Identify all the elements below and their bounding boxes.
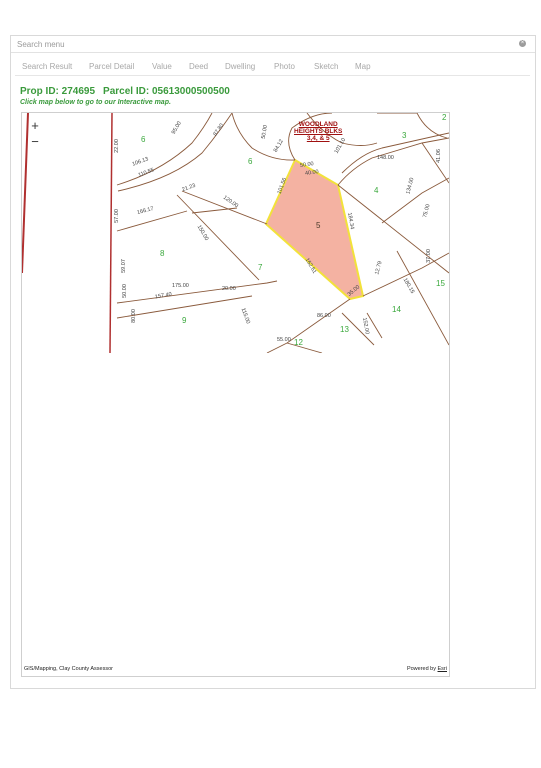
tab-deed[interactable]: Deed: [189, 62, 208, 71]
lot-number: 4: [374, 186, 379, 195]
dimension-label: 86.00: [317, 313, 331, 319]
dimension-label: 184.34: [345, 212, 355, 230]
tab-divider: [15, 75, 530, 76]
dimension-label: 115.00: [239, 307, 251, 325]
map-hint: Click map below to go to our Interactive…: [20, 99, 171, 106]
dimension-label: 20.00: [222, 286, 236, 292]
tab-parcel-detail[interactable]: Parcel Detail: [89, 62, 134, 71]
tab-map[interactable]: Map: [355, 62, 371, 71]
lot-number: 12: [294, 338, 303, 347]
parcel-id: Parcel ID: 05613000500500: [103, 86, 230, 97]
dimension-label: 80.00: [130, 309, 137, 323]
tab-bar: Search Result Parcel Detail Value Deed D…: [11, 58, 535, 76]
dimension-label: 166.17: [136, 205, 155, 217]
dimension-label: 150.00: [195, 224, 210, 242]
dimension-label: 50.00: [260, 124, 270, 140]
dimension-label: 37.00: [425, 249, 432, 263]
dimension-label: 75.00: [422, 203, 432, 219]
tab-value[interactable]: Value: [152, 62, 172, 71]
dimension-label: 41.06: [435, 149, 442, 163]
lot-number: 2: [442, 113, 447, 122]
esri-link[interactable]: Esri: [438, 666, 447, 672]
dimension-label: 21.23: [181, 182, 197, 194]
tab-search-result[interactable]: Search Result: [22, 62, 72, 71]
lot-number: 6: [141, 135, 146, 144]
dimension-label: 84.12: [272, 138, 285, 154]
dimension-label: 57.00: [113, 209, 120, 223]
lot-number: 9: [182, 316, 187, 325]
dimension-label: 101.56: [276, 177, 289, 195]
property-ids: Prop ID: 274695 Parcel ID: 05613000500500: [20, 86, 230, 97]
dimension-label: 157.40: [154, 291, 173, 301]
dimension-label: 55.00: [277, 337, 291, 343]
lot-number: 3: [402, 131, 407, 140]
map-labels: WOODLAND HEIGHTS BLKS 3,4, & 5 3 4 5 6 6…: [22, 113, 449, 353]
dimension-label: 12.79: [374, 260, 384, 276]
close-icon[interactable]: ×: [519, 40, 526, 47]
subdivision-title-line: HEIGHTS BLKS: [294, 128, 343, 135]
subdivision-title-line: 3,4, & 5: [306, 135, 330, 142]
dimension-label: 162.61: [303, 257, 318, 275]
dimension-label: 50.00: [299, 161, 315, 169]
lot-number: 8: [160, 249, 165, 258]
dimension-label: 22.00: [113, 139, 120, 153]
search-input[interactable]: [17, 39, 497, 50]
dimension-label: 35.00: [346, 284, 362, 298]
parcel-panel: × Search Result Parcel Detail Value Deed…: [10, 35, 536, 689]
dimension-label: 120.00: [221, 194, 240, 210]
dimension-label: 106.13: [131, 156, 150, 168]
lot-number: 7: [258, 263, 263, 272]
subdivision-title: WOODLAND HEIGHTS BLKS 3,4, & 5: [294, 121, 342, 142]
dimension-label: 50.00: [121, 284, 128, 298]
map-credit: GIS/Mapping, Clay County Assessor: [24, 666, 113, 672]
map-attribution: Powered by Esri: [407, 666, 447, 672]
dimension-label: 95.00: [170, 120, 183, 136]
subdivision-title-line: WOODLAND: [298, 121, 338, 128]
tab-photo[interactable]: Photo: [274, 62, 295, 71]
prop-id: Prop ID: 274695: [20, 86, 96, 97]
lot-number: 5: [316, 221, 321, 230]
tab-dwelling[interactable]: Dwelling: [225, 62, 255, 71]
dimension-label: 59.07: [120, 259, 127, 273]
dimension-label: 134.00: [405, 177, 416, 195]
lot-number: 13: [340, 325, 349, 334]
dimension-label: 87.80: [212, 122, 226, 138]
lot-number: 15: [436, 279, 445, 288]
powered-by-text: Powered by: [406, 666, 438, 672]
dimension-label: 180.15: [401, 277, 416, 295]
lot-number: 6: [248, 157, 253, 166]
tab-sketch[interactable]: Sketch: [314, 62, 338, 71]
zoom-out-button[interactable]: −: [28, 135, 42, 148]
dimension-label: 148.00: [377, 155, 394, 161]
zoom-in-button[interactable]: +: [28, 119, 42, 132]
search-bar: ×: [11, 36, 535, 53]
dimension-label: 152.00: [360, 317, 370, 335]
parcel-map[interactable]: WOODLAND HEIGHTS BLKS 3,4, & 5 3 4 5 6 6…: [21, 112, 450, 677]
dimension-label: 40.00: [304, 169, 320, 177]
lot-number: 14: [392, 305, 401, 314]
dimension-label: 110.55: [137, 167, 155, 179]
dimension-label: 175.00: [172, 283, 189, 289]
